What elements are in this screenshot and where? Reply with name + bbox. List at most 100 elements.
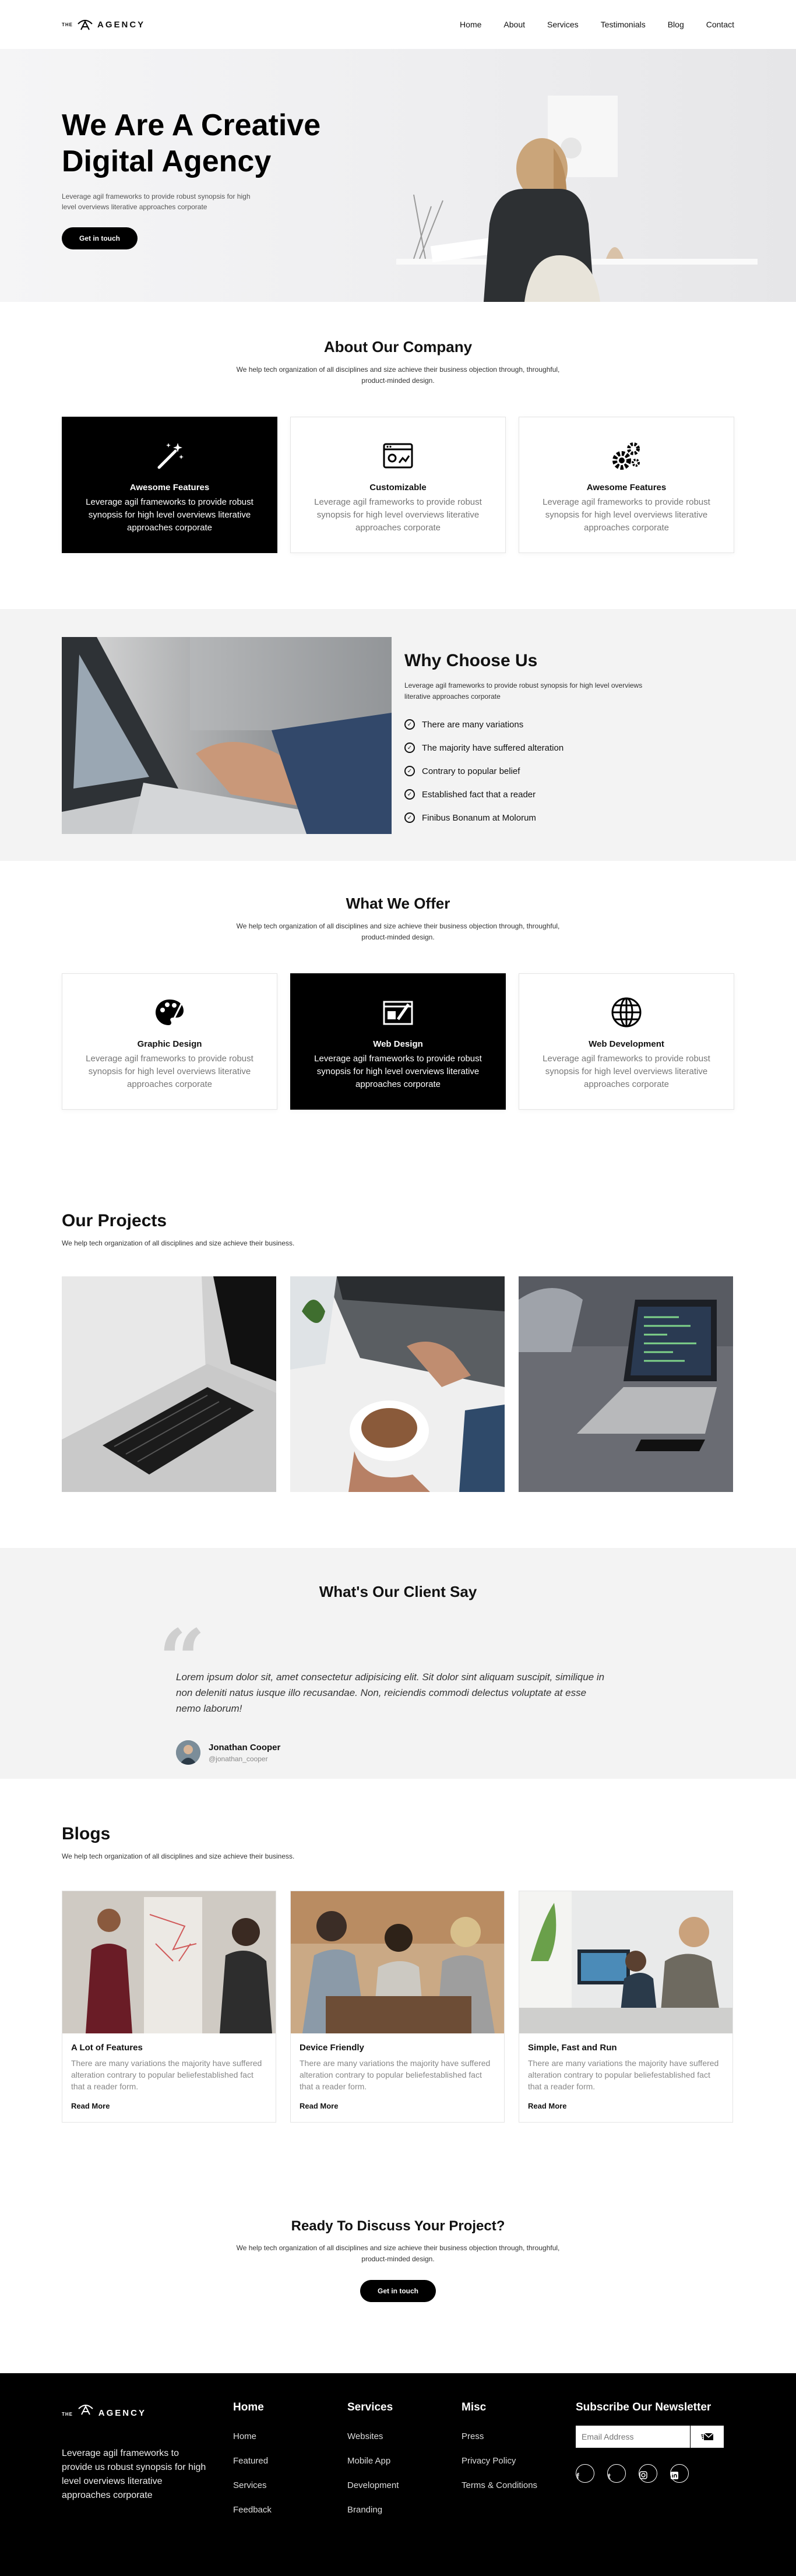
- footer-col-home: Home Home Featured Services Feedback: [233, 2401, 272, 2522]
- about-card-text: Leverage agil frameworks to provide robu…: [543, 497, 710, 533]
- social-links: f t: [576, 2464, 724, 2483]
- instagram-icon[interactable]: [639, 2464, 657, 2483]
- nav-contact[interactable]: Contact: [706, 20, 734, 29]
- check-icon: ✓: [404, 719, 415, 730]
- footer-link[interactable]: Home: [233, 2424, 272, 2449]
- logo-name: AGENCY: [98, 2408, 146, 2418]
- list-item-text: The majority have suffered alteration: [422, 742, 564, 753]
- list-item: ✓ There are many variations: [404, 713, 661, 736]
- logo-name: AGENCY: [97, 19, 146, 30]
- testimonial-title: What's Our Client Say: [319, 1583, 477, 1600]
- author-name: Jonathan Cooper: [209, 1742, 281, 1752]
- footer-link[interactable]: Featured: [233, 2449, 272, 2473]
- testimonial-quote: Lorem ipsum dolor sit, amet consectetur …: [176, 1671, 605, 1714]
- logo-icon: [78, 2405, 93, 2415]
- linkedin-icon[interactable]: [670, 2464, 689, 2483]
- footer-col-title: Services: [347, 2401, 393, 2413]
- blog-image[interactable]: [62, 1891, 276, 2033]
- blogs-subtitle: We help tech organization of all discipl…: [62, 1852, 295, 1860]
- blog-image[interactable]: [291, 1891, 504, 2033]
- newsletter-form: [576, 2426, 724, 2448]
- list-item-text: Contrary to popular belief: [422, 766, 520, 776]
- newsletter-email-input[interactable]: [576, 2426, 690, 2448]
- hero-title-line2: Digital Agency: [62, 145, 272, 178]
- footer-link[interactable]: Press: [462, 2424, 537, 2449]
- newsletter-title: Subscribe Our Newsletter: [576, 2401, 712, 2413]
- about-card: Awesome Features Leverage agil framework…: [519, 417, 734, 553]
- about-card-title: Awesome Features: [129, 483, 210, 492]
- blog-image[interactable]: [519, 1891, 732, 2033]
- about-section: About Our Company We help tech organizat…: [0, 302, 796, 609]
- footer-link[interactable]: Feedback: [233, 2498, 272, 2522]
- hero-title: We Are A Creative Digital Agency: [62, 107, 341, 180]
- offer-section: What We Offer We help tech organization …: [0, 861, 796, 1150]
- cta-section: Ready To Discuss Your Project? We help t…: [0, 2183, 796, 2373]
- main-menu: Home About Services Testimonials Blog Co…: [460, 20, 734, 29]
- footer-link[interactable]: Websites: [347, 2424, 399, 2449]
- hero-title-line1: We Are A Creative: [62, 108, 321, 142]
- about-card-title: Awesome Features: [586, 483, 667, 492]
- list-item-text: There are many variations: [422, 719, 524, 730]
- blog-text: There are many variations the majority h…: [528, 2058, 719, 2091]
- project-image[interactable]: [62, 1276, 276, 1492]
- projects-subtitle: We help tech organization of all discipl…: [62, 1239, 295, 1247]
- about-card-text: Leverage agil frameworks to provide robu…: [314, 497, 482, 533]
- logo[interactable]: THE AGENCY: [62, 18, 145, 31]
- offer-card: Graphic Design Leverage agil frameworks …: [62, 973, 277, 1110]
- footer-link[interactable]: Terms & Conditions: [462, 2473, 537, 2498]
- offer-card-title: Web Design: [373, 1039, 423, 1049]
- footer-logo[interactable]: THE AGENCY: [62, 2401, 207, 2427]
- hero-cta-button[interactable]: Get in touch: [62, 227, 138, 249]
- project-image[interactable]: [290, 1276, 505, 1492]
- cta-button[interactable]: Get in touch: [360, 2280, 436, 2302]
- avatar: [176, 1740, 200, 1765]
- hero-section: We Are A Creative Digital Agency Leverage…: [0, 49, 796, 302]
- footer-link[interactable]: Branding: [347, 2498, 399, 2522]
- projects-section: Our Projects We help tech organization o…: [0, 1150, 796, 1548]
- about-card: Customizable Leverage agil frameworks to…: [290, 417, 506, 553]
- gears-icon: [610, 439, 643, 472]
- blog-text: There are many variations the majority h…: [300, 2058, 491, 2091]
- author-handle: @jonathan_cooper: [209, 1754, 268, 1763]
- browser-settings-icon: [382, 439, 414, 472]
- nav-blog[interactable]: Blog: [668, 20, 684, 29]
- read-more-link[interactable]: Read More: [528, 2102, 724, 2110]
- check-icon: ✓: [404, 742, 415, 753]
- offer-card-text: Leverage agil frameworks to provide robu…: [86, 1054, 253, 1089]
- check-icon: ✓: [404, 812, 415, 823]
- blog-title: Device Friendly: [300, 2043, 364, 2053]
- testimonial-author: Jonathan Cooper @jonathan_cooper: [176, 1740, 280, 1765]
- footer-newsletter: Subscribe Our Newsletter f t: [576, 2401, 724, 2483]
- blog-cards: A Lot of Features There are many variati…: [62, 1891, 734, 2123]
- footer-link[interactable]: Development: [347, 2473, 399, 2498]
- nav-testimonials[interactable]: Testimonials: [601, 20, 646, 29]
- list-item: ✓ Contrary to popular belief: [404, 759, 661, 783]
- newsletter-submit-button[interactable]: [690, 2426, 724, 2448]
- offer-subtitle: We help tech organization of all discipl…: [236, 922, 560, 941]
- why-text: Why Choose Us Leverage agil frameworks t…: [404, 651, 661, 829]
- read-more-link[interactable]: Read More: [71, 2102, 267, 2110]
- twitter-icon[interactable]: t: [607, 2464, 626, 2483]
- footer-col-title: Home: [233, 2401, 264, 2413]
- footer-link[interactable]: Mobile App: [347, 2449, 399, 2473]
- nav-home[interactable]: Home: [460, 20, 481, 29]
- footer-link[interactable]: Services: [233, 2473, 272, 2498]
- nav-services[interactable]: Services: [547, 20, 579, 29]
- logo-the: THE: [62, 2412, 73, 2417]
- offer-card-title: Graphic Design: [137, 1039, 202, 1049]
- facebook-icon[interactable]: f: [576, 2464, 594, 2483]
- offer-card: Web Development Leverage agil frameworks…: [519, 973, 734, 1110]
- footer-link[interactable]: Privacy Policy: [462, 2449, 537, 2473]
- why-lead: Leverage agil frameworks to provide robu…: [404, 681, 643, 701]
- why-section: Why Choose Us Leverage agil frameworks t…: [0, 609, 796, 861]
- testimonial-section: What's Our Client Say “ Lorem ipsum dolo…: [0, 1548, 796, 1779]
- project-image[interactable]: [519, 1276, 733, 1492]
- list-item-text: Established fact that a reader: [422, 789, 536, 800]
- footer: THE AGENCY Leverage agil frameworks to p…: [0, 2373, 796, 2576]
- projects-title: Our Projects: [62, 1211, 167, 1230]
- blog-title: Simple, Fast and Run: [528, 2043, 617, 2053]
- nav-about[interactable]: About: [503, 20, 525, 29]
- hero-subtitle: Leverage agil frameworks to provide robu…: [62, 192, 251, 211]
- hero-text: We Are A Creative Digital Agency Leverage…: [62, 107, 341, 249]
- read-more-link[interactable]: Read More: [300, 2102, 495, 2110]
